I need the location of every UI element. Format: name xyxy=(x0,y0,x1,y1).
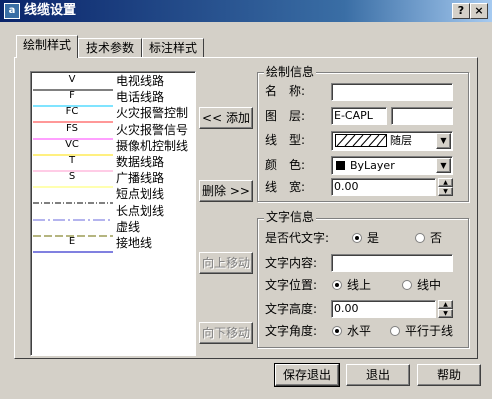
window-title: 线缆设置 xyxy=(24,3,77,18)
cable-name: 摄像机控制线 xyxy=(116,138,189,153)
text-height-input[interactable]: 0.00 xyxy=(331,300,436,318)
list-item[interactable]: 虚线 xyxy=(31,219,195,237)
text-position-label: 文字位置: xyxy=(265,278,318,292)
list-item[interactable]: VC 摄像机控制线 xyxy=(31,138,195,156)
angle-horizontal-label: 水平 xyxy=(347,324,372,338)
replace-no-label: 否 xyxy=(430,231,443,245)
color-label: 颜 色: xyxy=(265,158,306,172)
text-angle-label: 文字角度: xyxy=(265,324,318,338)
radio-position-above[interactable] xyxy=(332,280,342,290)
list-item[interactable]: T 数据线路 xyxy=(31,155,195,172)
save-exit-button[interactable]: 保存退出 xyxy=(274,363,340,387)
linetype-label: 线 型: xyxy=(265,133,306,147)
radio-replace-no[interactable] xyxy=(415,233,425,243)
chevron-down-icon[interactable]: ▼ xyxy=(436,158,451,173)
cable-code: FS xyxy=(66,122,78,134)
name-label: 名 称: xyxy=(265,84,306,98)
list-item[interactable]: 长点划线 xyxy=(31,203,195,221)
position-middle-label: 线中 xyxy=(417,278,442,292)
cable-line-sample xyxy=(33,251,113,253)
tab-tech-params[interactable]: 技术参数 xyxy=(78,38,142,58)
list-item[interactable]: E 接地线 xyxy=(31,236,195,253)
position-above-label: 线上 xyxy=(347,278,372,292)
name-input[interactable] xyxy=(331,83,453,101)
draw-info-title: 绘制信息 xyxy=(264,65,317,79)
delete-button[interactable]: 删除 >> xyxy=(199,180,253,202)
list-item[interactable]: F 电话线路 xyxy=(31,90,195,107)
radio-angle-horizontal[interactable] xyxy=(332,326,342,336)
color-swatch-icon xyxy=(336,161,345,170)
cable-name: 接地线 xyxy=(116,236,153,250)
cable-code: VC xyxy=(65,138,79,150)
list-item[interactable]: FS 火灾报警信号 xyxy=(31,122,195,140)
cable-code: V xyxy=(68,74,76,85)
spin-down-icon[interactable]: ▼ xyxy=(438,187,453,196)
cable-name: 广播线路 xyxy=(116,171,165,186)
list-item[interactable]: FC 火灾报警控制 xyxy=(31,106,195,123)
cable-name: 数据线路 xyxy=(116,155,165,169)
move-down-button[interactable]: 向下移动 xyxy=(199,322,253,344)
cable-name: 长点划线 xyxy=(116,203,165,218)
app-icon: a xyxy=(4,3,20,19)
width-label: 线 宽: xyxy=(265,180,306,194)
close-title-button[interactable]: × xyxy=(470,3,488,19)
list-item[interactable]: 短点划线 xyxy=(31,187,195,204)
list-item[interactable]: S 广播线路 xyxy=(31,171,195,188)
tab-label-style[interactable]: 标注样式 xyxy=(142,38,204,58)
radio-position-middle[interactable] xyxy=(402,280,412,290)
linetype-value: 随层 xyxy=(390,134,412,147)
radio-replace-yes[interactable] xyxy=(352,233,362,243)
spin-down-icon[interactable]: ▼ xyxy=(438,309,453,318)
cable-name: 短点划线 xyxy=(116,187,165,202)
radio-angle-parallel[interactable] xyxy=(390,326,400,336)
spin-up-icon[interactable]: ▲ xyxy=(438,178,453,187)
cable-name: 火灾报警控制 xyxy=(116,106,189,121)
width-input[interactable]: 0.00 xyxy=(331,178,436,196)
layer-label: 图 层: xyxy=(265,109,306,123)
chevron-down-icon[interactable]: ▼ xyxy=(436,133,451,149)
cable-list[interactable]: V 电视线路 F 电话线路 FC 火灾报警控制 FS 火灾报警信号 VC 摄像机控制线 T 数据线路 S… xyxy=(30,71,196,356)
cable-code: T xyxy=(68,155,76,166)
spin-up-icon[interactable]: ▲ xyxy=(438,300,453,309)
list-item[interactable]: V 电视线路 xyxy=(31,74,195,91)
tab-draw-style[interactable]: 绘制样式 xyxy=(16,35,78,58)
help-title-button[interactable]: ? xyxy=(452,3,470,19)
move-up-button[interactable]: 向上移动 xyxy=(199,252,253,274)
cable-name: 火灾报警信号 xyxy=(116,122,189,137)
exit-button[interactable]: 退出 xyxy=(346,364,410,386)
help-button[interactable]: 帮助 xyxy=(417,364,481,386)
text-height-label: 文字高度: xyxy=(265,302,318,316)
color-select[interactable]: ByLayer ▼ xyxy=(331,156,453,175)
cable-name: 电视线路 xyxy=(116,74,165,88)
cable-code: F xyxy=(69,90,75,102)
angle-parallel-label: 平行于线 xyxy=(405,324,454,338)
replace-yes-label: 是 xyxy=(367,231,380,245)
layer-extra-input[interactable] xyxy=(391,107,453,125)
hatch-swatch-icon xyxy=(335,134,387,147)
cable-name: 电话线路 xyxy=(116,90,165,105)
cable-name: 虚线 xyxy=(116,219,141,234)
cable-code: FC xyxy=(65,106,79,118)
text-info-title: 文字信息 xyxy=(264,210,317,224)
text-content-label: 文字内容: xyxy=(265,256,318,270)
cable-code: S xyxy=(68,171,76,183)
color-value: ByLayer xyxy=(350,159,395,172)
cable-code: E xyxy=(68,236,76,247)
replace-text-label: 是否代文字: xyxy=(265,231,330,245)
add-button[interactable]: << 添加 xyxy=(199,107,253,129)
layer-input[interactable]: E-CAPL xyxy=(331,107,387,125)
text-content-input[interactable] xyxy=(331,254,453,272)
linetype-select[interactable]: 随层 ▼ xyxy=(331,131,453,151)
